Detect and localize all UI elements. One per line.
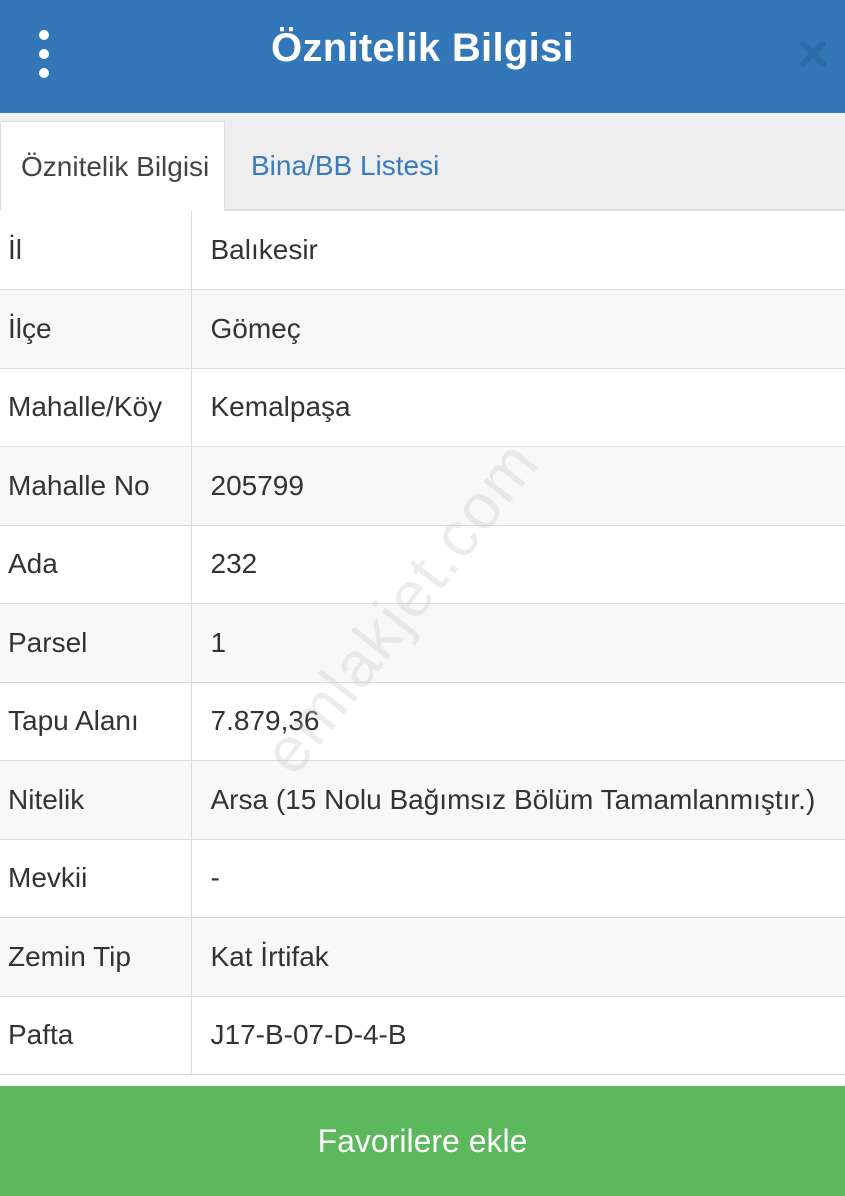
attribute-value: Arsa (15 Nolu Bağımsız Bölüm Tamamlanmış…	[191, 760, 845, 840]
table-row: Mahalle/Köy Kemalpaşa	[0, 368, 845, 447]
table-row: Zemin Tip Kat İrtifak	[0, 917, 845, 997]
attribute-value: Kat İrtifak	[191, 917, 845, 997]
attribute-key: Pafta	[0, 996, 192, 1075]
attribute-value: 1	[191, 603, 845, 683]
attribute-value: Gömeç	[191, 289, 845, 369]
header-bar: Öznitelik Bilgisi	[0, 0, 845, 113]
tab-building-list[interactable]: Bina/BB Listesi	[251, 121, 439, 211]
attribute-key: Nitelik	[0, 760, 192, 840]
page-title: Öznitelik Bilgisi	[271, 26, 574, 70]
attribute-table: İl Balıkesir İlçe Gömeç Mahalle/Köy Kema…	[0, 211, 845, 1075]
table-row: Ada 232	[0, 525, 845, 604]
attribute-key: Zemin Tip	[0, 917, 192, 997]
attribute-value: Kemalpaşa	[191, 368, 845, 447]
add-to-favorites-button[interactable]: Favorilere ekle	[0, 1086, 845, 1196]
table-row: Nitelik Arsa (15 Nolu Bağımsız Bölüm Tam…	[0, 760, 845, 840]
attribute-key: Mahalle/Köy	[0, 368, 192, 447]
attribute-key: Mahalle No	[0, 446, 192, 526]
table-row: Parsel 1	[0, 603, 845, 683]
attribute-value: 205799	[191, 446, 845, 526]
attribute-value: -	[191, 839, 845, 918]
table-row: Pafta J17-B-07-D-4-B	[0, 996, 845, 1075]
table-row: Mevkii -	[0, 839, 845, 918]
attribute-key: Mevkii	[0, 839, 192, 918]
tab-bar: Öznitelik Bilgisi Bina/BB Listesi	[0, 113, 845, 211]
attribute-key: Ada	[0, 525, 192, 604]
tab-attribute-info[interactable]: Öznitelik Bilgisi	[0, 121, 225, 211]
attribute-info-panel: Öznitelik Bilgisi Öznitelik Bilgisi Bina…	[0, 0, 845, 1196]
attribute-key: İl	[0, 211, 192, 290]
close-icon[interactable]	[797, 38, 829, 70]
table-row: İl Balıkesir	[0, 211, 845, 290]
attribute-key: Tapu Alanı	[0, 682, 192, 761]
attribute-value: J17-B-07-D-4-B	[191, 996, 845, 1075]
attribute-value: 232	[191, 525, 845, 604]
table-row: Tapu Alanı 7.879,36	[0, 682, 845, 761]
attribute-value: 7.879,36	[191, 682, 845, 761]
table-row: Mahalle No 205799	[0, 446, 845, 526]
attribute-key: İlçe	[0, 289, 192, 369]
attribute-key: Parsel	[0, 603, 192, 683]
attribute-value: Balıkesir	[191, 211, 845, 290]
table-row: İlçe Gömeç	[0, 289, 845, 369]
